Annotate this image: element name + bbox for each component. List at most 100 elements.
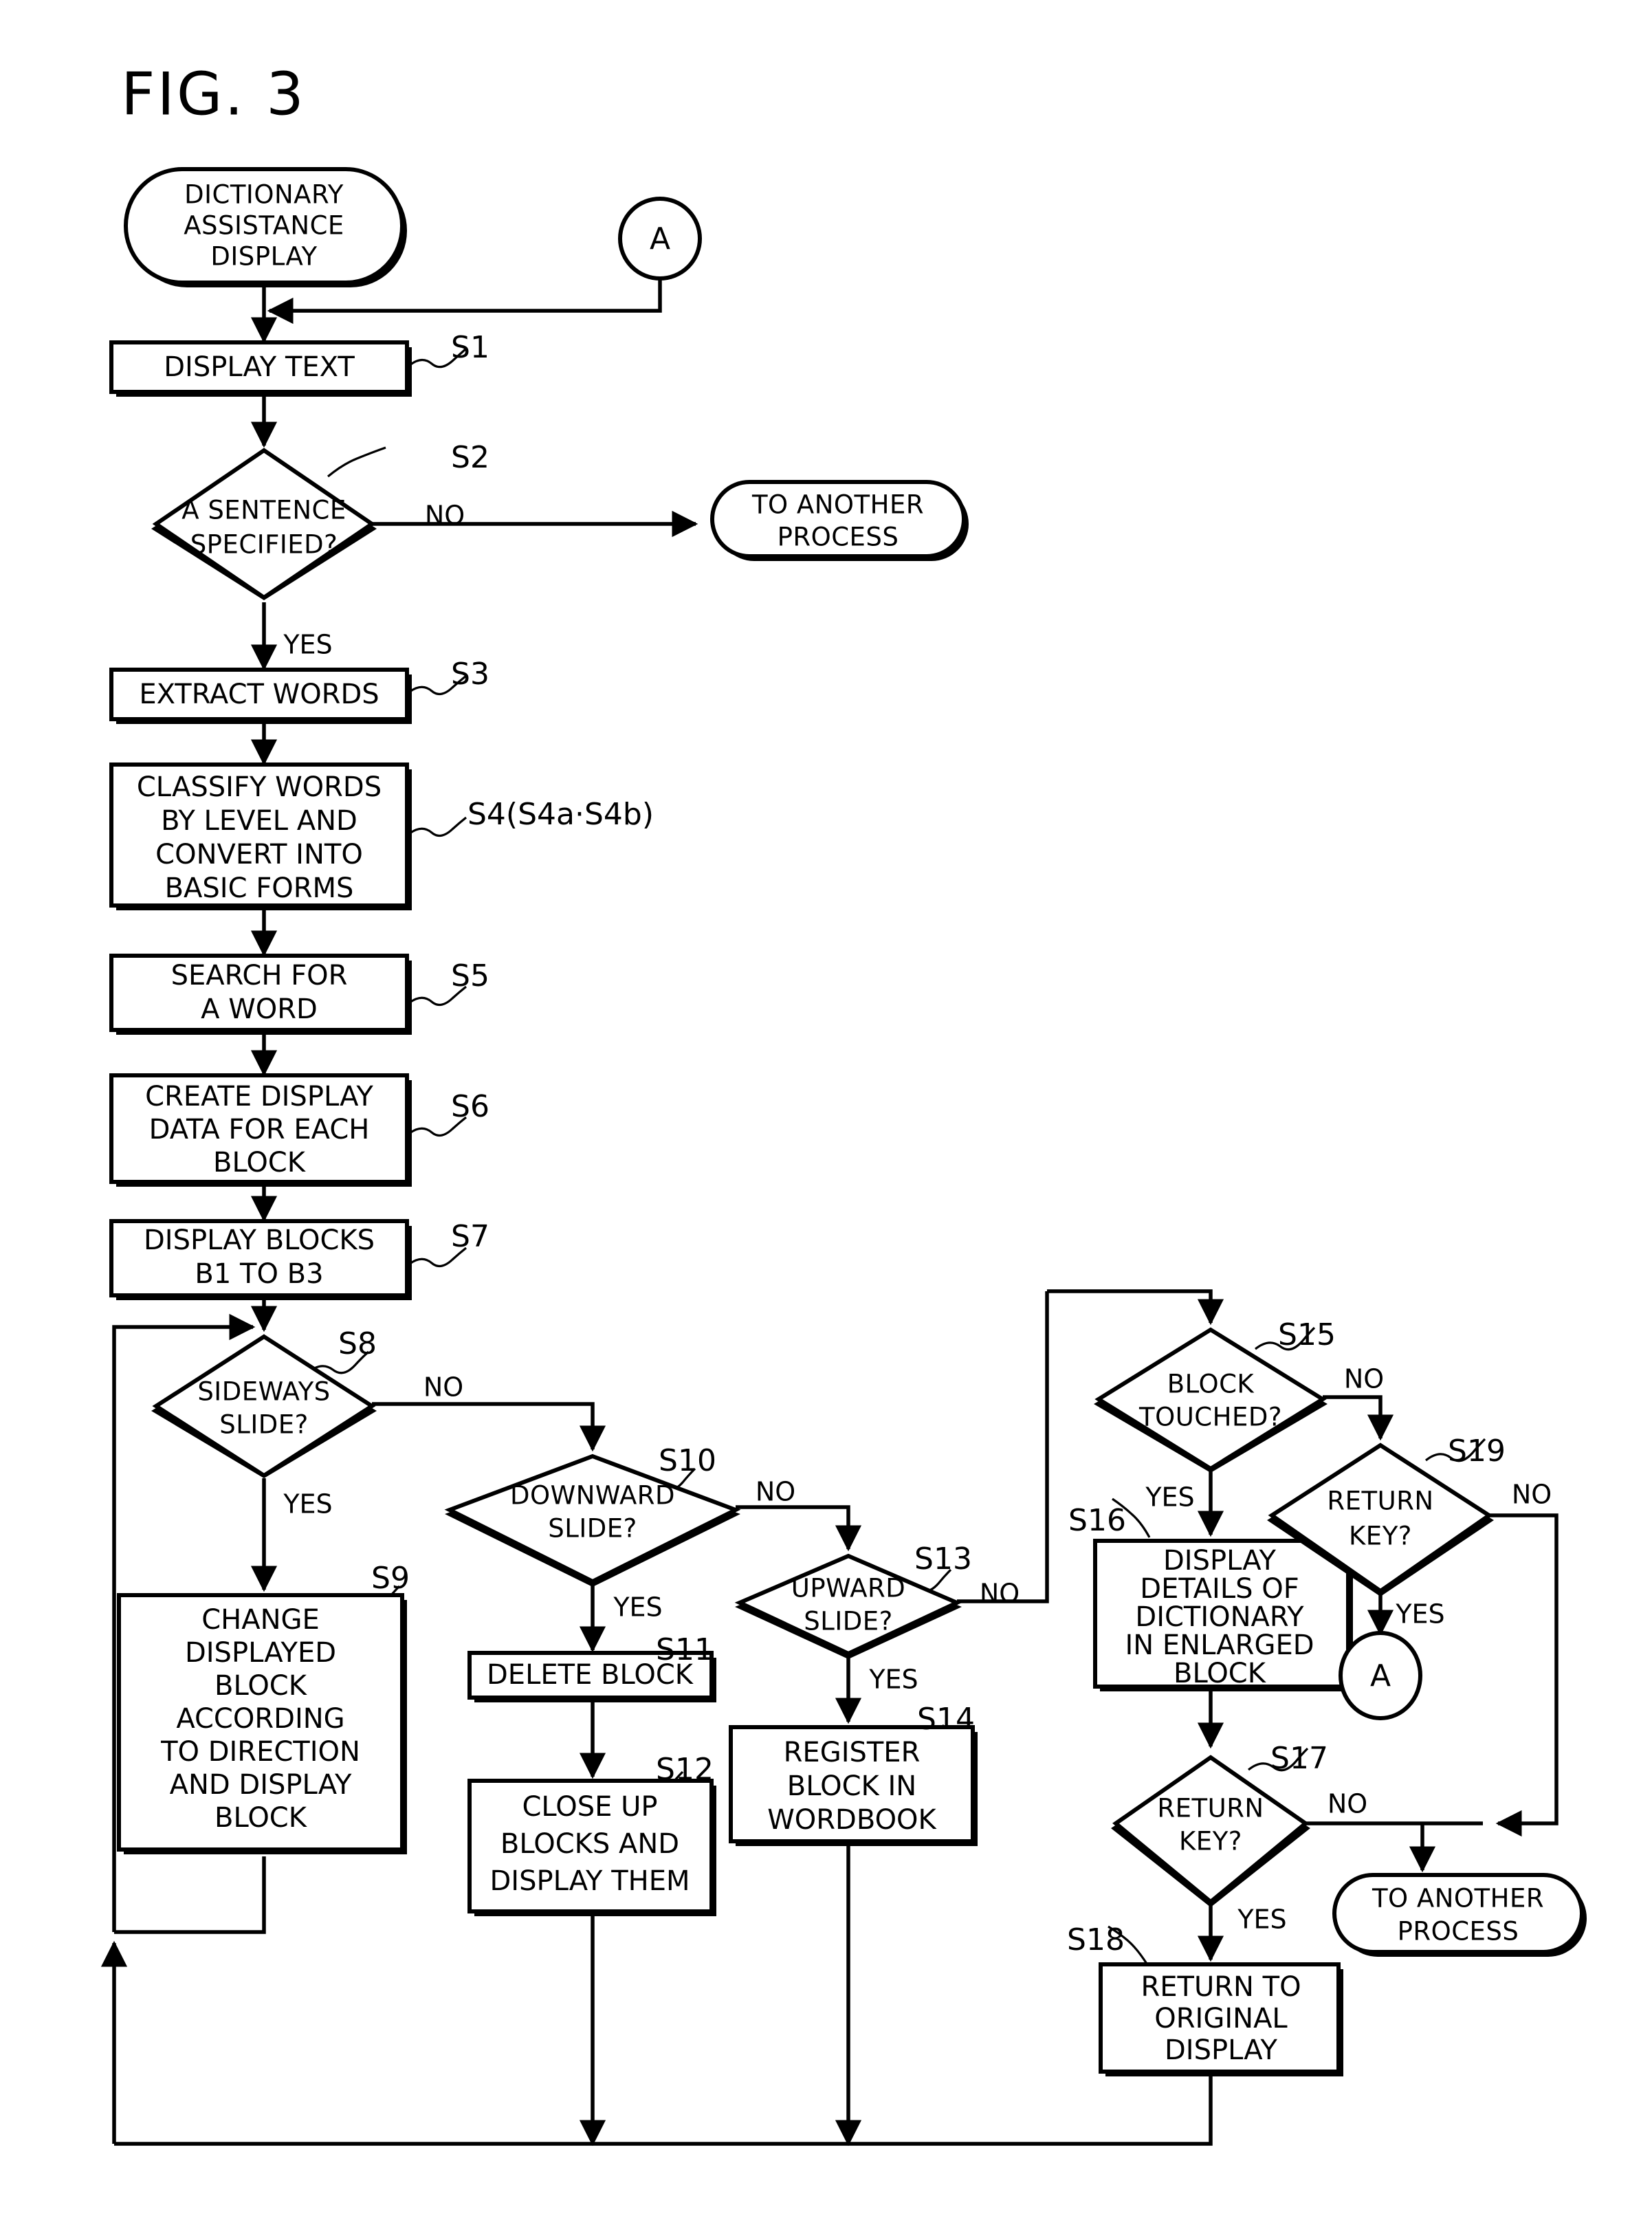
s12-label-line3: DISPLAY THEM [489,1865,690,1897]
s15-label-line1: BLOCK [1167,1370,1255,1399]
s5-step-number: S5 [451,958,489,994]
other2-label-line2: PROCESS [1398,1917,1519,1946]
s17-no-label: NO [1328,1789,1367,1819]
s4-label-line2: BY LEVEL AND [161,805,357,837]
edge-s13-s15-b [1047,1289,1224,1326]
s16-label-line1: DISPLAY [1163,1545,1277,1577]
s3-label: EXTRACT WORDS [139,679,379,710]
node-s17: RETURN KEY? S17 NO YES [1111,1741,1367,1935]
other1-label-line2: PROCESS [778,523,899,552]
s2-yes-label: YES [283,630,332,660]
s17-label-line1: RETURN [1157,1794,1264,1823]
s7-step-number: S7 [451,1219,489,1254]
s19-step-number: S19 [1448,1434,1506,1469]
step-leaders [307,347,1486,1964]
node-s18: RETURN TO ORIGINAL DISPLAY S18 [1067,1922,1343,2076]
start-label-line1: DICTIONARY [184,180,344,210]
node-other-process-1: TO ANOTHER PROCESS [710,480,969,561]
s9-label-line3: BLOCK [214,1670,308,1702]
s13-label-line2: SLIDE? [804,1607,893,1636]
s1-label: DISPLAY TEXT [164,351,355,383]
s6-label-line2: DATA FOR EACH [149,1114,370,1145]
node-start: DICTIONARY ASSISTANCE DISPLAY [124,167,407,287]
s14-label-line3: WORDBOOK [767,1804,937,1836]
s16-label-line2: DETAILS OF [1140,1573,1299,1605]
s4-label-line1: CLASSIFY WORDS [137,771,382,803]
s15-no-label: NO [1344,1364,1384,1394]
s6-label-line1: CREATE DISPLAY [145,1081,373,1112]
other2-label-line1: TO ANOTHER [1372,1884,1544,1913]
s8-no-label: NO [423,1372,463,1403]
figure-title: FIG. 3 [121,60,306,129]
flowchart-canvas: FIG. 3 DICTIONARY ASSISTANCE DISPLAY A D… [100,60,1587,2147]
s8-step-number: S8 [338,1326,377,1361]
leader-s4 [409,816,467,837]
s17-label-line2: KEY? [1179,1827,1242,1856]
s2-label-line1: A SENTENCE [181,496,346,525]
s9-label-line1: CHANGE [201,1604,320,1636]
node-other-process-2: TO ANOTHER PROCESS [1332,1873,1587,1957]
node-s7: DISPLAY BLOCKS B1 TO B3 S7 [109,1219,489,1300]
s7-label-line2: B1 TO B3 [195,1258,323,1290]
connector-a-top: A [618,197,702,281]
s13-step-number: S13 [914,1542,972,1577]
s13-label-line1: UPWARD [791,1574,905,1603]
leader-s2 [327,446,386,478]
s3-step-number: S3 [451,657,489,692]
s12-step-number: S12 [656,1752,714,1787]
s17-step-number: S17 [1270,1741,1328,1776]
node-s6: CREATE DISPLAY DATA FOR EACH BLOCK S6 [109,1073,489,1187]
node-s14: REGISTER BLOCK IN WORDBOOK S14 [729,1702,978,1846]
s18-step-number: S18 [1067,1922,1125,1957]
s19-label-line1: RETURN [1327,1487,1433,1516]
s10-yes-label: YES [613,1592,662,1623]
edge-s10-s13 [736,1505,862,1552]
s14-label-line1: REGISTER [784,1737,921,1768]
s18-label-line2: ORIGINAL [1154,2003,1288,2034]
s4-label-line4: BASIC FORMS [165,873,354,904]
s18-label-line3: DISPLAY [1165,2034,1278,2066]
start-label-line3: DISPLAY [210,242,317,272]
s14-label-line2: BLOCK IN [787,1770,916,1802]
s8-label-line2: SLIDE? [219,1410,309,1440]
s2-label-line2: SPECIFIED? [190,530,338,560]
start-label-line2: ASSISTANCE [184,211,344,241]
s19-yes-label: YES [1395,1599,1444,1630]
s8-label-line1: SIDEWAYS [197,1377,330,1407]
connector-a-bottom: A [1339,1631,1422,1720]
s5-label-line1: SEARCH FOR [171,960,348,991]
s13-yes-label: YES [868,1665,918,1695]
s19-no-label: NO [1512,1480,1552,1510]
s15-label-line2: TOUCHED? [1138,1403,1282,1432]
s4-step-number: S4(S4a·S4b) [467,797,654,832]
node-s4: CLASSIFY WORDS BY LEVEL AND CONVERT INTO… [109,763,654,910]
node-s8: SIDEWAYS SLIDE? S8 NO YES [151,1326,463,1520]
edge-s18-bus [114,2067,1213,2146]
s10-step-number: S10 [659,1443,716,1478]
figure-page: FIG. 3 DICTIONARY ASSISTANCE DISPLAY A D… [0,0,1652,2216]
s2-no-label: NO [425,501,465,531]
s10-label-line1: DOWNWARD [510,1481,675,1511]
s7-label-line1: DISPLAY BLOCKS [144,1225,375,1256]
s9-step-number: S9 [371,1561,410,1596]
s16-label-line5: BLOCK [1174,1658,1267,1689]
s16-label-line3: DICTIONARY [1135,1601,1304,1633]
node-s10: DOWNWARD SLIDE? S10 NO YES [444,1443,795,1623]
s14-step-number: S14 [917,1702,975,1737]
s8-yes-label: YES [283,1489,332,1520]
s10-label-line2: SLIDE? [548,1514,637,1544]
s19-label-line2: KEY? [1349,1522,1412,1551]
connector-a-top-label: A [650,221,670,256]
node-s2: A SENTENCE SPECIFIED? S2 NO YES [151,440,489,660]
s12-label-line1: CLOSE UP [522,1791,657,1823]
s18-label-line1: RETURN TO [1141,1971,1301,2003]
s16-step-number: S16 [1068,1503,1126,1538]
node-s3: EXTRACT WORDS S3 [109,657,489,724]
s15-step-number: S15 [1278,1317,1336,1352]
s12-label-line2: BLOCKS AND [500,1828,679,1860]
s9-label-line4: ACCORDING [176,1703,344,1735]
other1-label-line1: TO ANOTHER [751,490,924,520]
node-s13: UPWARD SLIDE? S13 NO YES [734,1542,1020,1695]
s17-yes-label: YES [1237,1905,1286,1935]
s1-step-number: S1 [451,330,489,365]
